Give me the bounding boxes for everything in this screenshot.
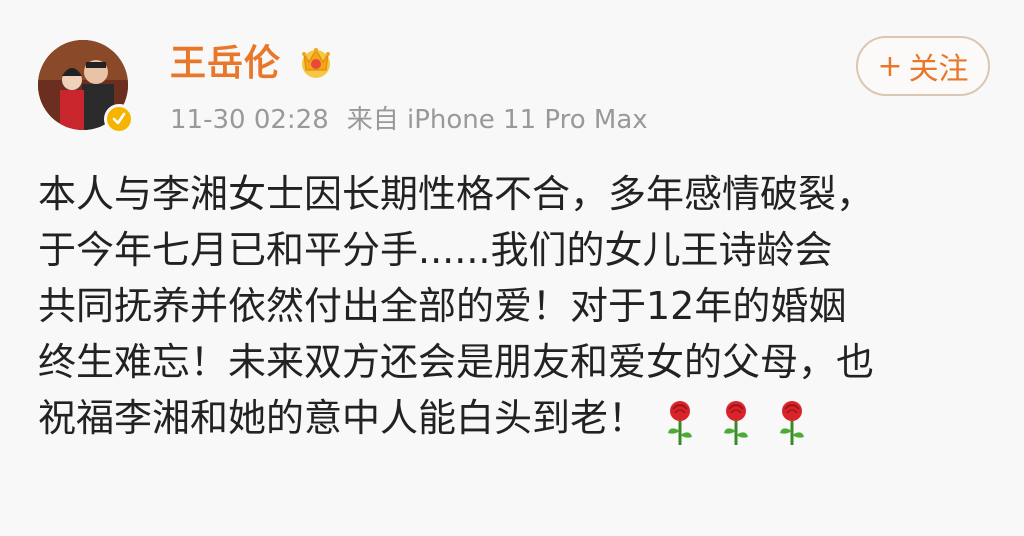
username[interactable]: 王岳伦 xyxy=(170,44,281,84)
post-meta: 11-30 02:28 来自 iPhone 11 Pro Max xyxy=(170,104,648,136)
follow-label: 关注 xyxy=(908,52,969,87)
post-line: 祝福李湘和她的意中人能白头到老！ xyxy=(38,396,647,440)
post-time: 11-30 02:28 xyxy=(170,105,329,135)
post-line-last: 祝福李湘和她的意中人能白头到老！ xyxy=(38,390,1008,449)
post-content: 本人与李湘女士因长期性格不合，多年感情破裂， 于今年七月已和平分手......我… xyxy=(38,166,1008,449)
rose-icon xyxy=(724,401,749,445)
post-line: 终生难忘！未来双方还会是朋友和爱女的父母，也 xyxy=(38,340,875,384)
post-line: 于今年七月已和平分手......我们的女儿王诗龄会 xyxy=(38,228,833,272)
rose-icon xyxy=(780,401,805,445)
plus-icon: + xyxy=(877,48,903,84)
crown-icon xyxy=(302,48,330,78)
post-source: 来自 iPhone 11 Pro Max xyxy=(346,105,648,135)
weibo-post: 王岳伦 11-30 02:28 来自 iPhone 11 Pro Max + 关注… xyxy=(0,0,1024,536)
post-line: 共同抚养并依然付出全部的爱！对于12年的婚姻 xyxy=(38,284,847,328)
rose-emoji-group xyxy=(660,393,816,449)
rose-icon xyxy=(668,401,693,445)
post-line: 本人与李湘女士因长期性格不合，多年感情破裂， xyxy=(38,172,875,216)
verified-badge-icon xyxy=(104,104,134,134)
follow-button[interactable]: + 关注 xyxy=(856,36,990,96)
